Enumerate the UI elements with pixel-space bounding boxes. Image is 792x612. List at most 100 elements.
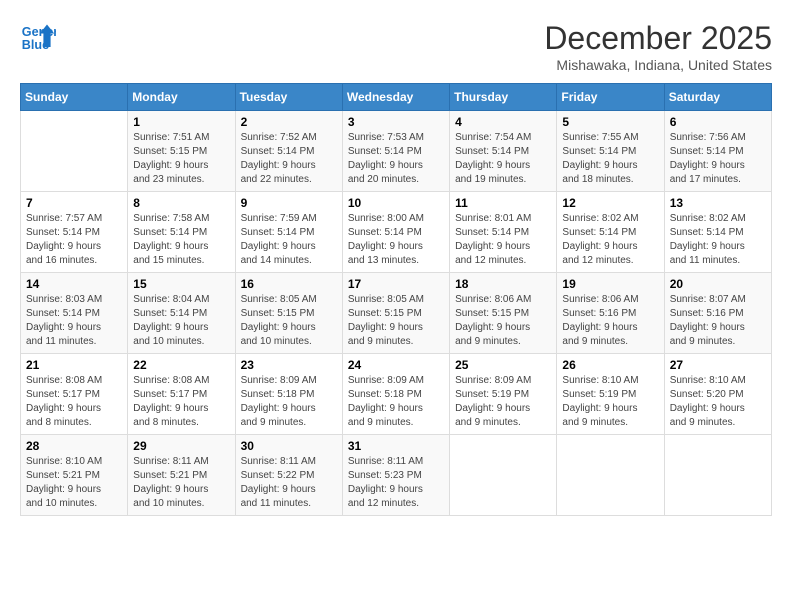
calendar-cell bbox=[450, 435, 557, 516]
calendar-cell: 3Sunrise: 7:53 AMSunset: 5:14 PMDaylight… bbox=[342, 111, 449, 192]
day-info-line: Sunset: 5:15 PM bbox=[455, 307, 551, 321]
day-number: 4 bbox=[455, 115, 551, 129]
day-info-line: Sunrise: 8:05 AM bbox=[241, 293, 337, 307]
day-info-line: and 12 minutes. bbox=[455, 254, 551, 268]
day-info-line: and 10 minutes. bbox=[241, 335, 337, 349]
day-info-line: Sunrise: 7:54 AM bbox=[455, 131, 551, 145]
day-info-line: Sunrise: 8:11 AM bbox=[241, 455, 337, 469]
day-info-line: Sunrise: 8:10 AM bbox=[670, 374, 766, 388]
day-number: 20 bbox=[670, 277, 766, 291]
day-info-line: Sunrise: 8:08 AM bbox=[26, 374, 122, 388]
day-info-line: Daylight: 9 hours bbox=[562, 402, 658, 416]
day-info-line: Sunset: 5:14 PM bbox=[455, 145, 551, 159]
day-info-line: and 11 minutes. bbox=[241, 497, 337, 511]
calendar-cell: 6Sunrise: 7:56 AMSunset: 5:14 PMDaylight… bbox=[664, 111, 771, 192]
calendar-cell: 22Sunrise: 8:08 AMSunset: 5:17 PMDayligh… bbox=[128, 354, 235, 435]
day-info-line: Daylight: 9 hours bbox=[348, 402, 444, 416]
day-info-line: Daylight: 9 hours bbox=[562, 321, 658, 335]
day-number: 16 bbox=[241, 277, 337, 291]
day-info-line: Sunset: 5:21 PM bbox=[133, 469, 229, 483]
day-number: 12 bbox=[562, 196, 658, 210]
day-number: 31 bbox=[348, 439, 444, 453]
day-info-line: Daylight: 9 hours bbox=[455, 321, 551, 335]
page-header: General Blue December 2025 Mishawaka, In… bbox=[20, 20, 772, 73]
weekday-header-tuesday: Tuesday bbox=[235, 84, 342, 111]
day-info-line: Daylight: 9 hours bbox=[133, 321, 229, 335]
day-info-line: Daylight: 9 hours bbox=[241, 321, 337, 335]
day-number: 15 bbox=[133, 277, 229, 291]
day-number: 11 bbox=[455, 196, 551, 210]
day-info-line: Sunset: 5:16 PM bbox=[670, 307, 766, 321]
day-number: 8 bbox=[133, 196, 229, 210]
day-info-line: Sunset: 5:21 PM bbox=[26, 469, 122, 483]
day-info-line: Sunset: 5:14 PM bbox=[562, 145, 658, 159]
day-info-line: Sunrise: 8:05 AM bbox=[348, 293, 444, 307]
day-number: 6 bbox=[670, 115, 766, 129]
calendar-cell: 15 Sunrise: 8:04 AMSunset: 5:14 PMDayligh… bbox=[128, 273, 235, 354]
day-info-line: Daylight: 9 hours bbox=[670, 240, 766, 254]
day-info-line: Sunset: 5:14 PM bbox=[670, 145, 766, 159]
day-info-line: and 9 minutes. bbox=[670, 335, 766, 349]
day-info-line: and 15 minutes. bbox=[133, 254, 229, 268]
week-row-2: 7Sunrise: 7:57 AMSunset: 5:14 PMDaylight… bbox=[21, 192, 772, 273]
weekday-header-monday: Monday bbox=[128, 84, 235, 111]
day-info-line: Sunrise: 7:51 AM bbox=[133, 131, 229, 145]
day-info-line: Sunrise: 8:11 AM bbox=[348, 455, 444, 469]
day-info-line: and 10 minutes. bbox=[26, 497, 122, 511]
day-info-line: and 18 minutes. bbox=[562, 173, 658, 187]
week-row-1: 1 Sunrise: 7:51 AMSunset: 5:15 PM Daylight… bbox=[21, 111, 772, 192]
day-info-line: Sunset: 5:23 PM bbox=[348, 469, 444, 483]
weekday-header-saturday: Saturday bbox=[664, 84, 771, 111]
calendar-cell: 24Sunrise: 8:09 AMSunset: 5:18 PMDayligh… bbox=[342, 354, 449, 435]
day-number: 24 bbox=[348, 358, 444, 372]
day-info-line: Sunset: 5:18 PM bbox=[241, 388, 337, 402]
day-info-line: Daylight: 9 hours bbox=[241, 159, 337, 173]
day-info-line: Sunrise: 8:04 AM bbox=[133, 293, 229, 307]
calendar-cell bbox=[557, 435, 664, 516]
day-number: 18 bbox=[455, 277, 551, 291]
day-info-line: Sunrise: 8:10 AM bbox=[26, 455, 122, 469]
week-row-5: 28Sunrise: 8:10 AMSunset: 5:21 PMDayligh… bbox=[21, 435, 772, 516]
day-info-line: Sunset: 5:14 PM bbox=[455, 226, 551, 240]
day-info-line: Sunset: 5:22 PM bbox=[241, 469, 337, 483]
day-info-line: Sunrise: 8:06 AM bbox=[455, 293, 551, 307]
day-info-line: Sunrise: 8:02 AM bbox=[562, 212, 658, 226]
day-info-line: Daylight: 9 hours bbox=[670, 159, 766, 173]
day-info-line: Sunset: 5:14 PM bbox=[241, 226, 337, 240]
day-info-line: Sunrise: 8:01 AM bbox=[455, 212, 551, 226]
day-info-line: and 9 minutes. bbox=[241, 416, 337, 430]
day-info-line: Sunset: 5:20 PM bbox=[670, 388, 766, 402]
day-info-line: Sunset: 5:14 PM bbox=[133, 307, 229, 321]
day-info-line: Sunset: 5:19 PM bbox=[562, 388, 658, 402]
calendar-cell: 17Sunrise: 8:05 AMSunset: 5:15 PMDayligh… bbox=[342, 273, 449, 354]
day-info-line: and 20 minutes. bbox=[348, 173, 444, 187]
day-info-line: Sunset: 5:14 PM bbox=[562, 226, 658, 240]
day-number: 17 bbox=[348, 277, 444, 291]
day-info-line: Daylight: 9 hours bbox=[455, 159, 551, 173]
day-info-line: Sunrise: 8:03 AM bbox=[26, 293, 122, 307]
day-number: 25 bbox=[455, 358, 551, 372]
day-info-line: Sunrise: 8:00 AM bbox=[348, 212, 444, 226]
day-info-line: Sunrise: 7:55 AM bbox=[562, 131, 658, 145]
day-info-line: Sunrise: 7:58 AM bbox=[133, 212, 229, 226]
day-info-line: Sunrise: 8:09 AM bbox=[241, 374, 337, 388]
calendar-cell: 7Sunrise: 7:57 AMSunset: 5:14 PMDaylight… bbox=[21, 192, 128, 273]
day-info-line: Daylight: 9 hours bbox=[133, 483, 229, 497]
calendar-cell: 4 Sunrise: 7:54 AMSunset: 5:14 PMDaylight… bbox=[450, 111, 557, 192]
calendar-cell: 1Sunrise: 7:51 AMSunset: 5:15 PMDaylight… bbox=[128, 111, 235, 192]
day-info-line: Sunrise: 8:10 AM bbox=[562, 374, 658, 388]
calendar-cell: 13Sunrise: 8:02 AMSunset: 5:14 PMDayligh… bbox=[664, 192, 771, 273]
day-info-line: Daylight: 9 hours bbox=[348, 240, 444, 254]
day-info-line: Sunset: 5:15 PM bbox=[133, 145, 229, 159]
day-info-line: and 22 minutes. bbox=[241, 173, 337, 187]
day-info-line: and 9 minutes. bbox=[348, 416, 444, 430]
calendar-cell: 30Sunrise: 8:11 AMSunset: 5:22 PMDayligh… bbox=[235, 435, 342, 516]
calendar-cell: 21Sunrise: 8:08 AMSunset: 5:17 PMDayligh… bbox=[21, 354, 128, 435]
day-number: 3 bbox=[348, 115, 444, 129]
day-info-line: and 16 minutes. bbox=[26, 254, 122, 268]
day-number: 1 bbox=[133, 115, 229, 129]
day-info-line: Sunrise: 7:53 AM bbox=[348, 131, 444, 145]
day-number: 5 bbox=[562, 115, 658, 129]
calendar-cell bbox=[664, 435, 771, 516]
day-info-line: Daylight: 9 hours bbox=[348, 483, 444, 497]
